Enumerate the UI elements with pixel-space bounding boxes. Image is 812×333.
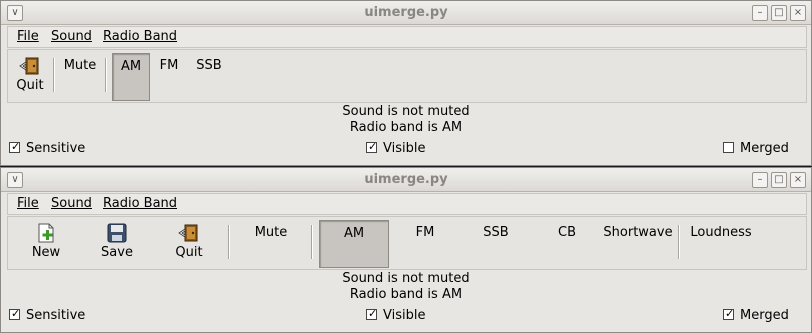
visible-checkbox[interactable]: ✓ Visible — [366, 307, 426, 323]
menu-file[interactable]: File — [17, 29, 39, 44]
band-status: Radio band is AM — [349, 287, 463, 302]
menu-radio-band-label: Radio Band — [103, 29, 178, 44]
band-fm-toggle[interactable]: FM — [390, 220, 460, 268]
visible-label: Visible — [383, 141, 426, 156]
menu-radio-band-label: Radio Band — [103, 196, 178, 211]
save-label: Save — [101, 245, 133, 260]
visible-checkbox[interactable]: ✓ Visible — [366, 140, 426, 156]
close-button[interactable]: × — [790, 5, 806, 21]
visible-box: ✓ — [366, 307, 378, 320]
check-icon: ✓ — [368, 307, 378, 320]
new-icon — [38, 223, 54, 243]
mute-toggle[interactable]: Mute — [236, 220, 306, 268]
band-am-toggle[interactable]: AM — [112, 53, 150, 101]
menu-bar: File Sound Radio Band — [7, 26, 807, 48]
menu-sound-label: Sound — [51, 29, 92, 44]
sensitive-checkbox[interactable]: ✓ Sensitive — [9, 140, 86, 156]
menu-radio-band[interactable]: Radio Band — [103, 196, 177, 211]
menu-file-label: File — [17, 196, 39, 211]
toolbar-separator — [228, 225, 230, 259]
sensitive-box: ✓ — [9, 140, 21, 153]
sound-status: Sound is not muted — [342, 271, 470, 286]
new-button[interactable]: New — [26, 220, 66, 268]
sensitive-label: Sensitive — [26, 308, 86, 323]
minimize-button[interactable]: – — [752, 172, 768, 188]
toolbar-separator — [311, 225, 313, 259]
merged-box: ✓ — [723, 307, 735, 320]
close-button[interactable]: × — [790, 172, 806, 188]
window-2: ∨ uimerge.py – □ × File Sound Radio Band… — [0, 167, 812, 333]
toolbar: Quit Mute AM FM SSB — [7, 49, 807, 103]
check-icon: ✓ — [11, 307, 21, 320]
band-fm-label: FM — [415, 225, 435, 240]
menu-sound[interactable]: Sound — [51, 196, 92, 211]
toolbar: New Save Quit Mute AM FM SSB CB Shortwav… — [7, 216, 807, 270]
loudness-label: Loudness — [690, 225, 752, 240]
quit-icon — [178, 224, 198, 242]
visible-label: Visible — [383, 308, 426, 323]
save-button[interactable]: Save — [97, 220, 137, 268]
maximize-button[interactable]: □ — [771, 5, 787, 21]
toolbar-separator — [105, 58, 107, 92]
band-ssb-label: SSB — [196, 58, 222, 73]
band-shortwave-label: Shortwave — [603, 225, 673, 240]
merged-label: Merged — [740, 141, 789, 156]
band-ssb-toggle[interactable]: SSB — [190, 53, 228, 101]
band-am-toggle[interactable]: AM — [319, 220, 389, 268]
title-bar[interactable]: ∨ uimerge.py – □ × — [1, 168, 811, 192]
merged-checkbox[interactable]: ✓ Merged — [723, 307, 789, 323]
menu-bar: File Sound Radio Band — [7, 193, 807, 215]
minimize-button[interactable]: – — [752, 5, 768, 21]
menu-file-label: File — [17, 29, 39, 44]
band-ssb-label: SSB — [483, 225, 509, 240]
sensitive-label: Sensitive — [26, 141, 86, 156]
band-status: Radio band is AM — [349, 120, 463, 135]
sensitive-box: ✓ — [9, 307, 21, 320]
toolbar-separator — [678, 225, 680, 259]
check-icon: ✓ — [368, 140, 378, 153]
quit-button[interactable]: Quit — [12, 53, 48, 101]
toolbar-separator — [53, 58, 55, 92]
save-icon — [107, 223, 127, 243]
merged-checkbox[interactable]: Merged — [723, 141, 789, 156]
band-am-label: AM — [343, 226, 365, 241]
quit-icon — [19, 57, 39, 75]
visible-box: ✓ — [366, 140, 378, 153]
sound-status: Sound is not muted — [342, 104, 470, 119]
window-title: uimerge.py — [364, 5, 448, 20]
quit-label: Quit — [16, 78, 44, 93]
mute-label: Mute — [63, 58, 97, 73]
band-fm-label: FM — [159, 58, 179, 73]
window-1: ∨ uimerge.py – □ × File Sound Radio Band… — [0, 0, 812, 166]
title-bar[interactable]: ∨ uimerge.py – □ × — [1, 1, 811, 25]
mute-toggle[interactable]: Mute — [60, 53, 100, 101]
quit-label: Quit — [175, 245, 203, 260]
band-ssb-toggle[interactable]: SSB — [461, 220, 531, 268]
menu-file[interactable]: File — [17, 196, 39, 211]
band-shortwave-toggle[interactable]: Shortwave — [603, 220, 673, 268]
merged-label: Merged — [740, 308, 789, 323]
menu-radio-band[interactable]: Radio Band — [103, 29, 177, 44]
band-fm-toggle[interactable]: FM — [154, 53, 184, 101]
band-cb-toggle[interactable]: CB — [532, 220, 602, 268]
quit-button[interactable]: Quit — [169, 220, 209, 268]
check-icon: ✓ — [11, 140, 21, 153]
merged-box — [723, 142, 734, 153]
band-cb-label: CB — [558, 225, 576, 240]
mute-label: Mute — [254, 225, 288, 240]
maximize-button[interactable]: □ — [771, 172, 787, 188]
band-am-label: AM — [120, 59, 142, 74]
check-icon: ✓ — [725, 307, 735, 320]
menu-sound[interactable]: Sound — [51, 29, 92, 44]
window-title: uimerge.py — [364, 172, 448, 187]
new-label: New — [31, 245, 61, 260]
loudness-toggle[interactable]: Loudness — [686, 220, 756, 268]
sensitive-checkbox[interactable]: ✓ Sensitive — [9, 307, 86, 323]
menu-sound-label: Sound — [51, 196, 92, 211]
